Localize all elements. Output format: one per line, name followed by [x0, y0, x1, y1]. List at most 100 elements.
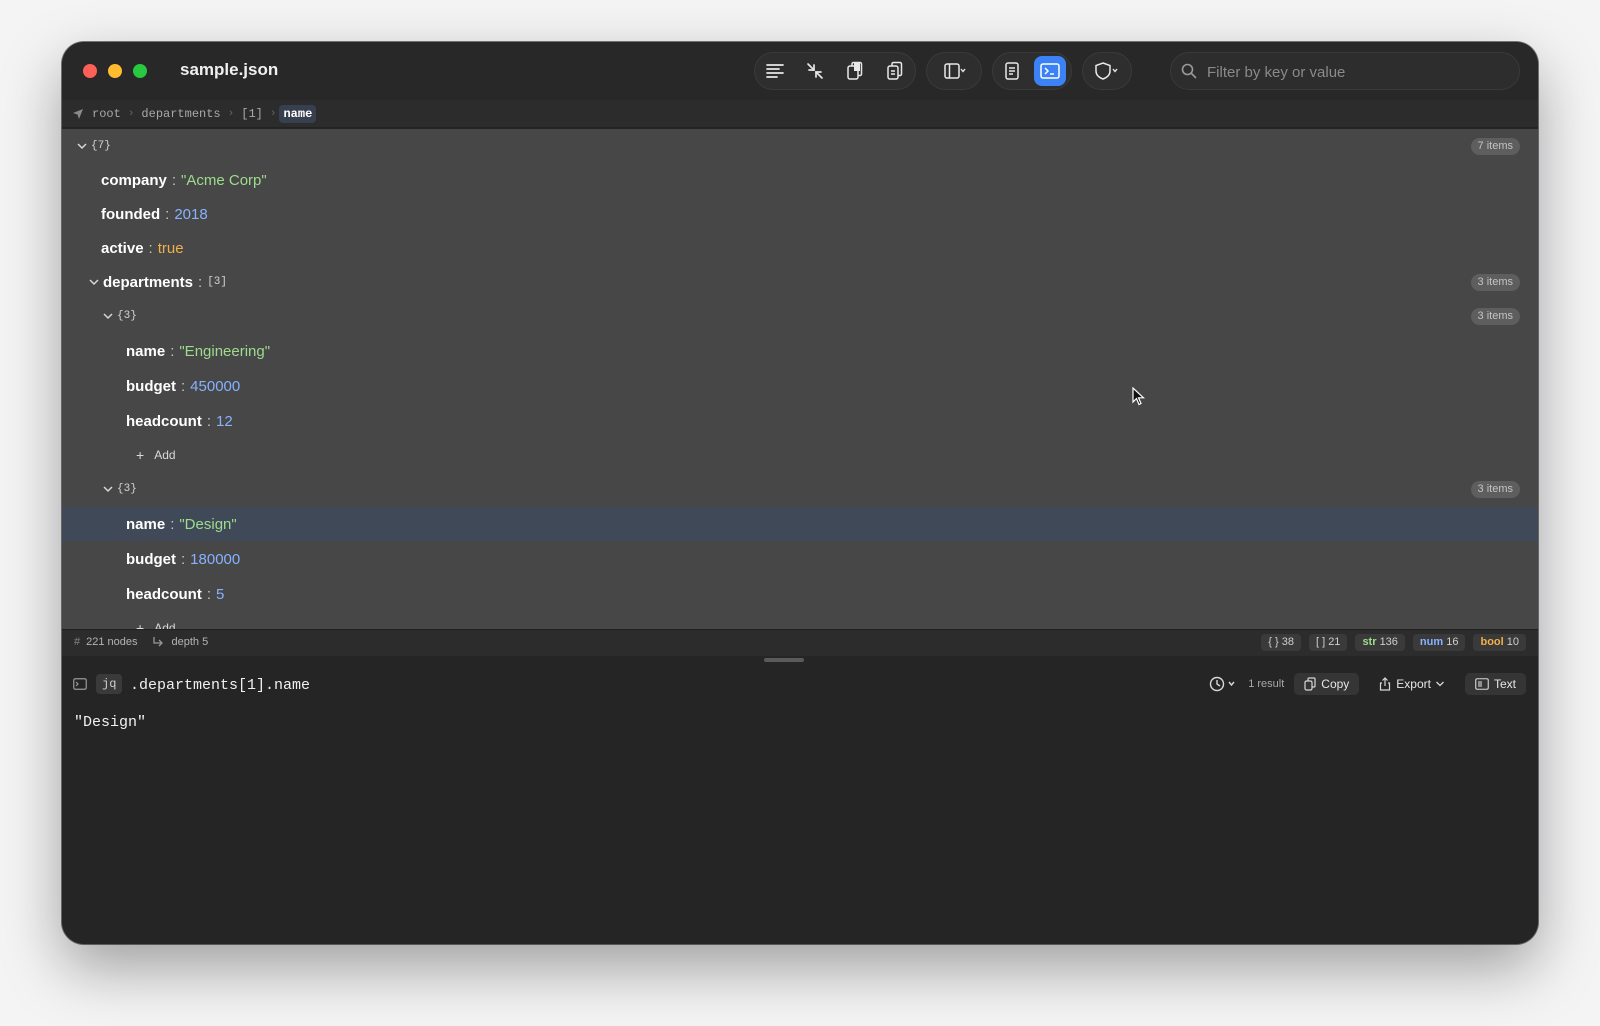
tree-value-number: 450000: [190, 377, 241, 395]
search-icon: [1181, 63, 1197, 79]
sidebar-icon: [944, 63, 966, 79]
string-count-badge: str 136: [1355, 634, 1405, 651]
string-count: 136: [1379, 636, 1398, 648]
tree-row-active[interactable]: active: true: [62, 231, 1538, 265]
tree-key: budget: [126, 377, 176, 395]
tree-row-founded[interactable]: founded:2018: [62, 197, 1538, 231]
sidebar-toggle-button[interactable]: [933, 56, 977, 86]
format-icon: [766, 64, 784, 78]
text-format-icon: [1475, 678, 1489, 690]
app-window: sample.json Filter by key or value root …: [62, 42, 1538, 944]
items-badge: 3 items: [1470, 274, 1520, 291]
tree-key: headcount: [126, 412, 202, 430]
string-label: str: [1362, 636, 1377, 648]
tree-row-dept1-headcount[interactable]: headcount:5: [62, 577, 1538, 611]
tree-row-departments[interactable]: departments: [3] 3 items: [62, 265, 1538, 299]
export-menu-button[interactable]: Export: [1369, 673, 1455, 695]
copy-json-button[interactable]: [839, 56, 871, 86]
minimize-window-button[interactable]: [108, 64, 122, 78]
sidebar-toggle-group: [926, 52, 982, 90]
tree-key: name: [126, 515, 166, 533]
breadcrumb: root › departments › [1] › name: [62, 100, 1538, 128]
format-button[interactable]: [759, 56, 791, 86]
add-field-button[interactable]: + Add: [62, 611, 1538, 629]
key-colon: :: [206, 412, 212, 430]
breadcrumb-current[interactable]: name: [279, 104, 317, 123]
tree-row-root[interactable]: {7} 7 items: [62, 129, 1538, 163]
resize-handle[interactable]: [764, 658, 804, 662]
close-window-button[interactable]: [83, 64, 97, 78]
chevron-down-icon[interactable]: [76, 140, 88, 152]
key-colon: :: [170, 515, 175, 533]
toolbar-group-edit: [754, 52, 916, 90]
zoom-window-button[interactable]: [133, 64, 147, 78]
tree-row-dept0[interactable]: {3} 3 items: [62, 299, 1538, 333]
chevron-down-icon: [960, 68, 966, 73]
tree-row-dept0-budget[interactable]: budget:450000: [62, 369, 1538, 403]
breadcrumb-root[interactable]: root: [88, 105, 125, 123]
tree-row-dept0-name[interactable]: name: "Engineering": [62, 334, 1538, 368]
hash-icon: #: [74, 636, 81, 648]
breadcrumb-index[interactable]: [1]: [237, 105, 267, 123]
key-colon: :: [181, 377, 186, 395]
number-label: num: [1419, 636, 1444, 648]
tree-key: headcount: [126, 585, 202, 603]
copy-result-button[interactable]: Copy: [1294, 673, 1360, 695]
query-result: "Design": [74, 714, 147, 731]
shield-icon: [1095, 62, 1118, 80]
add-label: Add: [154, 621, 176, 629]
key-colon: :: [148, 239, 153, 257]
items-badge: 3 items: [1470, 481, 1520, 498]
tree-value-number: 180000: [190, 550, 241, 568]
query-console: jq 1 result Copy Export Text: [62, 656, 1538, 944]
tree-row-dept1-budget[interactable]: budget:180000: [62, 542, 1538, 576]
chevron-down-icon[interactable]: [102, 483, 114, 495]
array-brace: [3]: [207, 276, 228, 288]
add-field-button[interactable]: + Add: [62, 438, 1538, 472]
tree-row-dept0-headcount[interactable]: headcount:12: [62, 404, 1538, 438]
breadcrumb-separator: ›: [269, 107, 277, 120]
terminal-icon: [1040, 63, 1060, 79]
output-format-button[interactable]: Text: [1464, 673, 1526, 695]
bool-label: bool: [1480, 636, 1504, 648]
result-count: 1 result: [1248, 678, 1285, 690]
tree-row-dept1[interactable]: {3} 3 items: [62, 472, 1538, 506]
tree-key: company: [101, 171, 167, 189]
tree-value-string: "Acme Corp": [181, 171, 267, 189]
tree-row-dept1-name[interactable]: name: "Design": [62, 507, 1538, 541]
tree-value-bool: true: [157, 239, 184, 257]
key-colon: :: [206, 585, 212, 603]
tree-value-number: 2018: [174, 205, 208, 223]
share-icon: [1380, 677, 1391, 691]
query-mode-badge[interactable]: jq: [96, 674, 123, 694]
add-label: Add: [154, 448, 176, 462]
breadcrumb-departments[interactable]: departments: [137, 105, 224, 123]
document-view-button[interactable]: [996, 56, 1028, 86]
key-colon: :: [170, 342, 175, 360]
status-bar: # 221 nodes depth 5 { } 38 [ ] 21 str 13…: [62, 629, 1538, 657]
view-mode-group: [992, 52, 1072, 90]
title-bar: sample.json: [62, 42, 1538, 101]
chevron-down-icon[interactable]: [102, 310, 114, 322]
history-icon: [1210, 676, 1235, 692]
key-colon: :: [165, 205, 170, 223]
tree-key: departments: [103, 273, 194, 291]
console-view-button[interactable]: [1034, 56, 1066, 86]
query-input[interactable]: [128, 672, 832, 698]
depth-indicator: depth 5: [171, 636, 209, 648]
tree-value-number: 5: [216, 585, 225, 603]
collapse-all-button[interactable]: [799, 56, 831, 86]
plus-icon: +: [136, 620, 145, 629]
tree-row-company[interactable]: company: "Acme Corp": [62, 163, 1538, 197]
copy-label: Copy: [1321, 677, 1350, 691]
history-button[interactable]: [1208, 676, 1238, 692]
tree-key: founded: [101, 205, 161, 223]
filter-input[interactable]: [1205, 61, 1509, 83]
chevron-down-icon[interactable]: [88, 276, 100, 288]
security-menu-button[interactable]: [1087, 56, 1127, 86]
key-colon: :: [171, 171, 177, 189]
console-icon: [73, 678, 87, 690]
copy-button[interactable]: [879, 56, 911, 86]
query-bar: jq 1 result Copy Export Text: [62, 670, 1538, 700]
bool-count-badge: bool 10: [1473, 634, 1526, 651]
